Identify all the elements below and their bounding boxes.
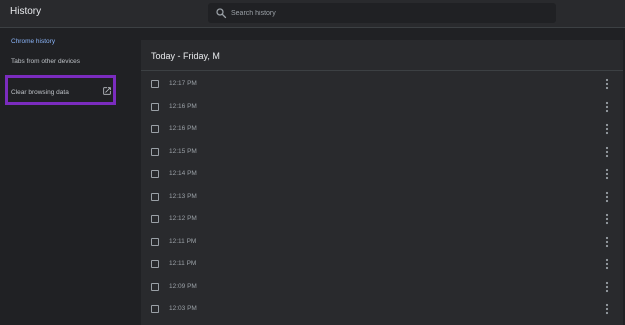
- search-box[interactable]: [208, 3, 556, 23]
- row-checkbox[interactable]: [151, 215, 159, 223]
- row-checkbox[interactable]: [151, 125, 159, 133]
- row-checkbox[interactable]: [151, 170, 159, 178]
- history-row[interactable]: 12:16 PM: [141, 98, 623, 121]
- more-vert-icon[interactable]: [604, 236, 610, 248]
- search-input[interactable]: [231, 3, 549, 23]
- history-row[interactable]: 12:12 PM: [141, 210, 623, 233]
- more-vert-icon[interactable]: [604, 191, 610, 203]
- sidebar-item-tabs-from-other-devices[interactable]: Tabs from other devices: [11, 58, 80, 65]
- more-vert-icon[interactable]: [604, 123, 610, 135]
- history-row[interactable]: 12:11 PM: [141, 233, 623, 256]
- row-time: 12:11 PM: [169, 260, 197, 267]
- more-vert-icon[interactable]: [604, 78, 610, 90]
- row-time: 12:15 PM: [169, 147, 197, 155]
- history-row[interactable]: 12:14 PM: [141, 165, 623, 188]
- row-checkbox[interactable]: [151, 147, 159, 156]
- row-checkbox[interactable]: [151, 305, 159, 313]
- history-row[interactable]: 12:03 PM: [141, 300, 623, 323]
- sidebar-item-chrome-history[interactable]: Chrome history: [11, 38, 55, 45]
- row-time: 12:12 PM: [169, 215, 197, 222]
- history-list-card: Today - Friday, M 12:17 PM 12:16 PM 12:16 …: [141, 40, 623, 325]
- row-time: 12:03 PM: [169, 305, 197, 312]
- day-header: Today - Friday, M: [151, 51, 220, 61]
- more-vert-icon[interactable]: [604, 281, 610, 293]
- more-vert-icon[interactable]: [604, 101, 610, 113]
- history-row[interactable]: 12:17 PM: [141, 75, 623, 98]
- history-row[interactable]: 12:15 PM: [141, 143, 623, 166]
- history-row[interactable]: 12:09 PM: [141, 278, 623, 301]
- search-icon[interactable]: [215, 7, 227, 19]
- sidebar-item-clear-browsing-data[interactable]: Clear browsing data: [11, 89, 69, 96]
- external-link-icon[interactable]: [102, 86, 112, 96]
- more-vert-icon[interactable]: [604, 213, 610, 225]
- page-title: History: [10, 6, 42, 17]
- row-checkbox[interactable]: [151, 282, 159, 291]
- row-time: 12:16 PM: [169, 125, 197, 132]
- history-row[interactable]: 12:16 PM: [141, 120, 623, 143]
- row-time: 12:11 PM: [169, 237, 197, 245]
- more-vert-icon[interactable]: [604, 168, 610, 180]
- sidebar: Chrome history Tabs from other devices C…: [0, 28, 140, 325]
- history-rows: 12:17 PM 12:16 PM 12:16 PM 12:15 PM 12:14 PM…: [141, 75, 623, 323]
- row-checkbox[interactable]: [151, 192, 159, 201]
- row-time: 12:14 PM: [169, 170, 197, 177]
- divider: [141, 70, 623, 71]
- history-row[interactable]: 12:13 PM: [141, 188, 623, 211]
- row-time: 12:13 PM: [169, 192, 197, 200]
- row-checkbox[interactable]: [151, 102, 159, 111]
- more-vert-icon[interactable]: [604, 303, 610, 315]
- history-row[interactable]: 12:11 PM: [141, 255, 623, 278]
- row-checkbox[interactable]: [151, 80, 159, 88]
- row-time: 12:16 PM: [169, 102, 197, 110]
- row-checkbox[interactable]: [151, 237, 159, 246]
- row-time: 12:09 PM: [169, 282, 197, 290]
- toolbar: History: [0, 0, 625, 28]
- row-time: 12:17 PM: [169, 80, 197, 87]
- more-vert-icon[interactable]: [604, 146, 610, 158]
- more-vert-icon[interactable]: [604, 258, 610, 270]
- row-checkbox[interactable]: [151, 260, 159, 268]
